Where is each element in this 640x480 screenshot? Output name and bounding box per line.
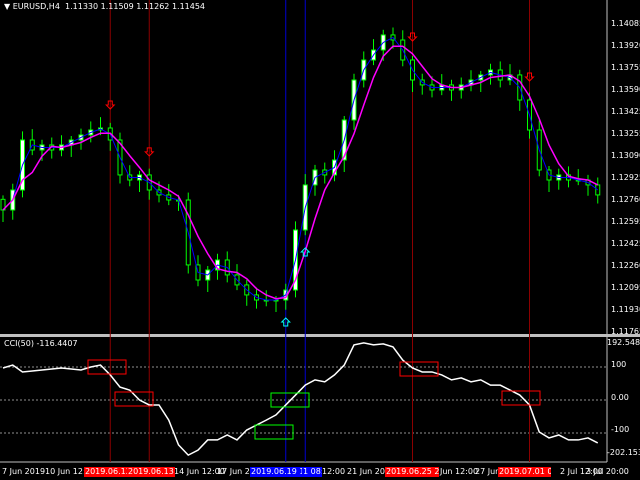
symbol-label: EURUSD,H4 — [12, 2, 60, 11]
price-axis-label: 1.13255 — [611, 129, 640, 138]
signal-box — [399, 361, 439, 377]
price-axis-label: 1.13090 — [611, 151, 640, 160]
time-tag: 2019.06.13 16:00 — [127, 467, 175, 477]
cci-name: CCI(50) — [4, 339, 34, 348]
menu-triangle-icon[interactable]: ▼ — [4, 2, 10, 11]
low-value: 1.11262 — [136, 2, 170, 11]
time-axis-label: 7 Jun 2019 — [2, 467, 46, 476]
price-axis-label: 1.14085 — [611, 19, 640, 28]
open-value: 1.11330 — [65, 2, 99, 11]
time-axis-label: 12:00 — [322, 467, 346, 476]
price-axis-label: 1.12260 — [611, 261, 640, 270]
price-axis-label: 1.13920 — [611, 41, 640, 50]
close-value: 1.11454 — [171, 2, 206, 11]
time-axis-label: 3 Jul 20:00 — [586, 467, 629, 476]
cci-value: -116.4407 — [36, 339, 78, 348]
signal-box — [254, 424, 294, 440]
chart-canvas[interactable] — [0, 0, 640, 480]
cci-axis-label: 100 — [611, 360, 627, 369]
price-axis-label: 1.12425 — [611, 239, 640, 248]
chart-header: ▼ EURUSD,H4 1.11330 1.11509 1.11262 1.11… — [4, 2, 205, 11]
price-axis-label: 1.11930 — [611, 305, 640, 314]
price-axis-label: 1.12595 — [611, 217, 640, 226]
cci-axis-label: 192.5489 — [607, 338, 640, 347]
time-tag: 2019.07.01 08:00 — [498, 467, 551, 477]
price-axis-label: 1.12095 — [611, 283, 640, 292]
price-axis-label: 1.13590 — [611, 85, 640, 94]
cci-axis-label: -202.153 — [607, 448, 640, 457]
signal-box — [501, 390, 541, 406]
price-axis-label: 1.12760 — [611, 195, 640, 204]
cci-label: CCI(50) -116.4407 — [4, 339, 78, 349]
time-tag: 2019.06.19 16:00 — [250, 467, 304, 477]
price-axis-label: 1.12925 — [611, 173, 640, 182]
panel-separator — [0, 334, 640, 337]
time-tag: 2019.06.25 20:00 — [385, 467, 439, 477]
time-tag: 2019.06.12 1 — [84, 467, 127, 477]
price-axis-label: 1.11765 — [611, 327, 640, 336]
price-axis-label: 1.13425 — [611, 107, 640, 116]
time-axis-label: Jun 12:00 — [440, 467, 479, 476]
cci-axis-label: 0.00 — [611, 393, 629, 402]
fast-ma-line — [2, 36, 599, 301]
high-value: 1.11509 — [100, 2, 134, 11]
time-tag: 1 08:0 — [302, 467, 322, 477]
price-axis-label: 1.13755 — [611, 63, 640, 72]
cci-axis-label: -100 — [611, 425, 630, 434]
ma-line — [2, 45, 599, 300]
